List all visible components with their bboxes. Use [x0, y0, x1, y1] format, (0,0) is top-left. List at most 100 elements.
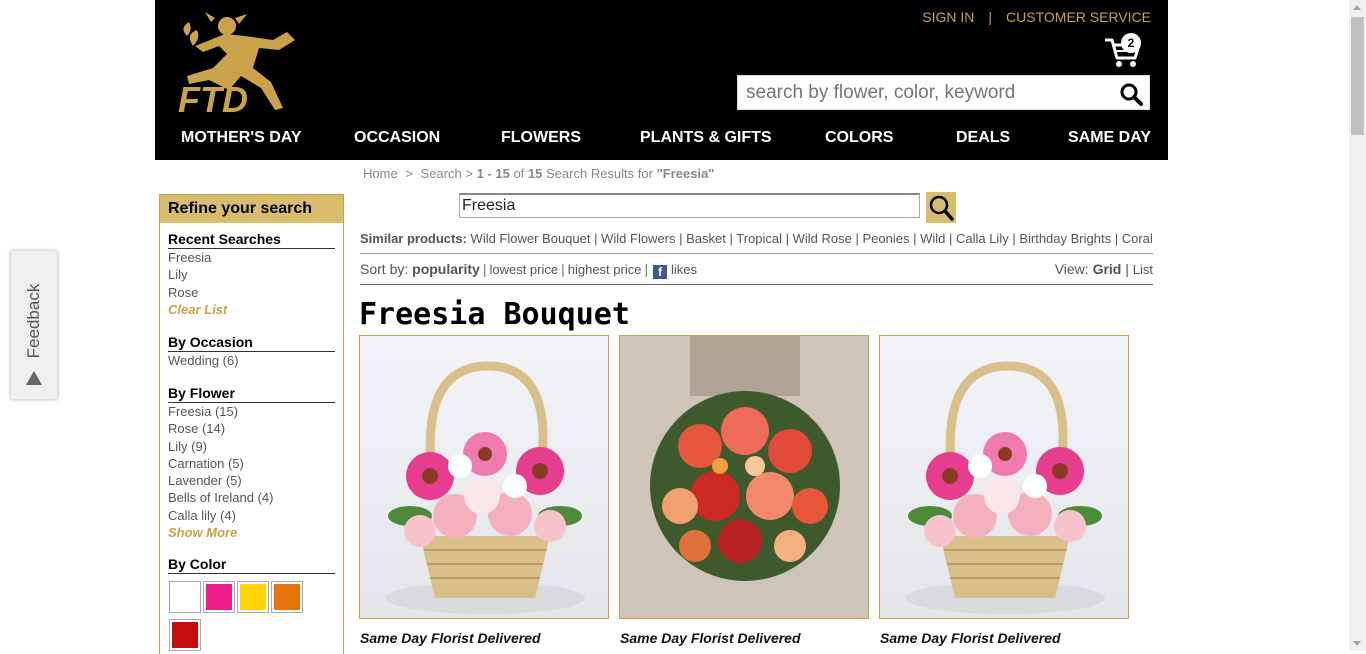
breadcrumb-home[interactable]: Home [363, 166, 398, 181]
results-search-box [459, 193, 920, 218]
arrow-up-icon [26, 371, 42, 385]
breadcrumb-separator: > [405, 166, 413, 181]
flower-item[interactable]: Lavender (5) [168, 472, 335, 489]
clear-list-link[interactable]: Clear List [168, 302, 335, 317]
cart-count-badge[interactable]: 2 [1121, 33, 1141, 53]
similar-product-link[interactable]: Wild Rose [793, 231, 852, 246]
sort-bar: Sort by: popularity | lowest price | highest… [360, 261, 697, 279]
similar-product-link[interactable]: Coral [1122, 231, 1153, 246]
result-total: 15 [527, 166, 543, 181]
feedback-tab[interactable]: Feedback [10, 250, 58, 400]
customer-service-link[interactable]: CUSTOMER SERVICE [1006, 9, 1151, 25]
sort-popularity[interactable]: popularity [412, 261, 480, 277]
color-swatch-red[interactable] [169, 619, 201, 651]
product-delivery-label[interactable]: Same Day Florist Delivered [620, 630, 801, 646]
breadcrumb-search[interactable]: Search [421, 166, 462, 181]
product-delivery-label[interactable]: Same Day Florist Delivered [360, 630, 541, 646]
result-text: Search Results for [546, 166, 653, 181]
similar-separator: | [945, 231, 956, 246]
recent-item[interactable]: Lily [168, 266, 335, 283]
ftd-logo-text: FTD [178, 79, 248, 120]
color-swatch-pink[interactable] [203, 581, 235, 613]
page-scrollbar[interactable] [1349, 0, 1366, 651]
show-more-link[interactable]: Show More [168, 525, 335, 540]
nav-deals[interactable]: DEALS [956, 129, 1010, 147]
sort-label: Sort by: [360, 261, 409, 277]
similar-separator: | [675, 231, 687, 246]
view-grid[interactable]: Grid [1093, 261, 1122, 277]
by-flower-heading: By Flower [168, 385, 335, 403]
flower-item[interactable]: Bells of Ireland (4) [168, 489, 335, 506]
flower-item[interactable]: Lily (9) [168, 438, 335, 455]
results-search-button[interactable] [926, 192, 956, 223]
similar-products: Similar products: Wild Flower Bouquet | … [360, 231, 1153, 246]
scroll-down-icon[interactable] [1353, 641, 1361, 646]
product-delivery-label[interactable]: Same Day Florist Delivered [880, 630, 1061, 646]
nav-plants-gifts[interactable]: PLANTS & GIFTS [640, 129, 772, 147]
ftd-logo[interactable]: FTD [175, 10, 305, 120]
nav-colors[interactable]: COLORS [825, 129, 893, 147]
sort-lowest-price[interactable]: lowest price [489, 262, 558, 277]
recent-searches-heading: Recent Searches [168, 231, 335, 249]
similar-product-link[interactable]: Wild [920, 231, 945, 246]
recent-item[interactable]: Freesia [168, 249, 335, 266]
product-card-image[interactable] [879, 335, 1129, 619]
similar-separator: | [590, 231, 602, 246]
top-links-separator: | [988, 9, 993, 25]
top-links: SIGN IN | CUSTOMER SERVICE [922, 9, 1151, 25]
similar-separator: | [1111, 231, 1122, 246]
similar-separator: | [782, 231, 793, 246]
results-search-input[interactable] [460, 195, 904, 216]
feedback-label: Feedback [24, 283, 43, 359]
recent-item[interactable]: Rose [168, 284, 335, 301]
sort-highest-price[interactable]: highest price [568, 262, 642, 277]
sign-in-link[interactable]: SIGN IN [922, 9, 974, 25]
product-card-image[interactable] [619, 335, 869, 619]
header-search-box [737, 75, 1150, 110]
view-list[interactable]: List [1133, 262, 1153, 277]
recent-searches: Recent Searches Freesia Lily Rose Clear … [168, 231, 335, 317]
by-occasion-heading: By Occasion [168, 334, 335, 352]
similar-separator: | [725, 231, 737, 246]
site-header: FTD SIGN IN | CUSTOMER SERVICE 2 MOTHER'S … [155, 0, 1168, 160]
nav-occasion[interactable]: OCCASION [354, 129, 440, 147]
similar-product-link[interactable]: Wild Flower Bouquet [471, 231, 591, 246]
similar-product-link[interactable]: Basket [686, 231, 726, 246]
breadcrumb-separator: > [465, 166, 473, 181]
flower-item[interactable]: Freesia (15) [168, 403, 335, 420]
product-card-image[interactable] [359, 335, 609, 619]
by-occasion: By Occasion Wedding (6) [168, 334, 335, 369]
similar-product-link[interactable]: Wild Flowers [601, 231, 675, 246]
similar-product-link[interactable]: Tropical [736, 231, 782, 246]
nav-flowers[interactable]: FLOWERS [501, 129, 581, 147]
flower-item[interactable]: Calla lily (4) [168, 507, 335, 524]
flower-item[interactable]: Carnation (5) [168, 455, 335, 472]
color-swatch-orange[interactable] [271, 581, 303, 613]
similar-product-link[interactable]: Peonies [862, 231, 909, 246]
similar-product-link[interactable]: Birthday Brights [1019, 231, 1111, 246]
product-image [620, 336, 868, 618]
search-icon[interactable] [1119, 82, 1143, 106]
header-search-input[interactable] [738, 76, 1124, 109]
refine-panel: Refine your search Recent Searches Frees… [159, 194, 344, 654]
view-separator: | [1125, 261, 1129, 277]
similar-separator: | [851, 231, 863, 246]
color-swatch-white[interactable] [169, 581, 201, 613]
divider [360, 253, 1153, 254]
nav-same-day[interactable]: SAME DAY [1068, 129, 1151, 147]
color-swatch-yellow[interactable] [237, 581, 269, 613]
similar-label: Similar products: [360, 231, 467, 246]
section-title: Freesia Bouquet [359, 297, 630, 332]
scroll-up-icon[interactable] [1353, 5, 1361, 10]
breadcrumb: Home > Search > 1 - 15 of 15 Search Resu… [363, 166, 714, 181]
result-query: "Freesia" [656, 166, 715, 181]
by-color-heading: By Color [168, 556, 335, 574]
nav-mothers-day[interactable]: MOTHER'S DAY [181, 129, 302, 147]
sort-likes[interactable]: likes [671, 262, 697, 277]
flower-item[interactable]: Rose (14) [168, 420, 335, 437]
scrollbar-thumb[interactable] [1351, 17, 1364, 135]
occasion-item[interactable]: Wedding (6) [168, 352, 335, 369]
view-label: View: [1054, 261, 1089, 277]
similar-product-link[interactable]: Calla Lily [956, 231, 1009, 246]
divider [360, 284, 1153, 285]
